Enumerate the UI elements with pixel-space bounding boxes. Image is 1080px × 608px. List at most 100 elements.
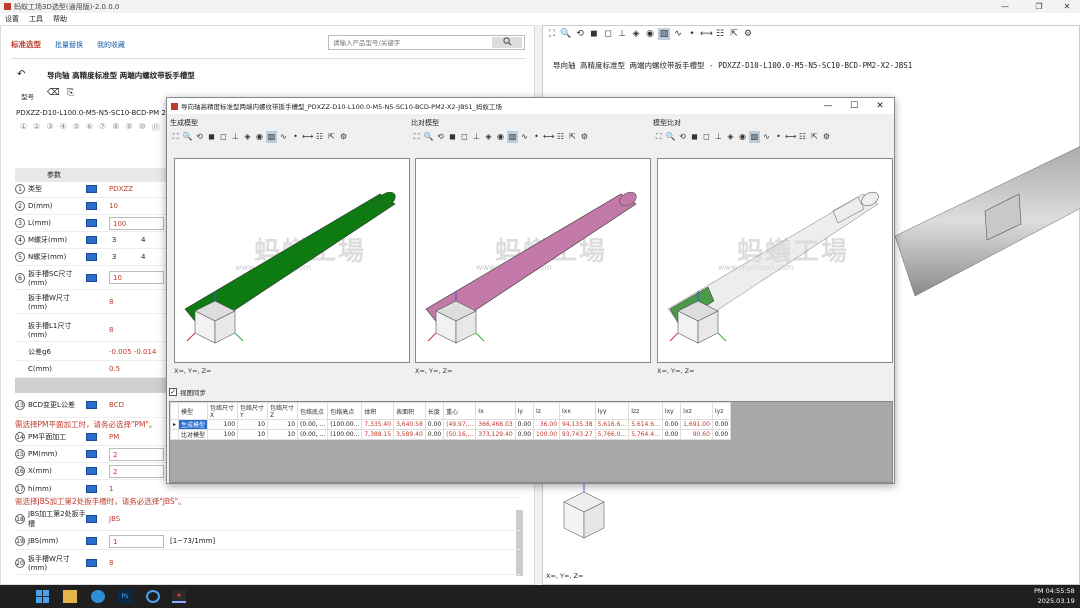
param-value[interactable]: 10 <box>109 271 164 284</box>
dialog-maximize-button[interactable]: ☐ <box>841 98 867 114</box>
column-header[interactable]: 包络底点 <box>297 402 329 420</box>
segment-marker[interactable]: ④ <box>60 122 67 133</box>
row-selector[interactable] <box>170 429 180 440</box>
dialog-minimize-button[interactable]: — <box>815 98 841 114</box>
cube-edge-icon[interactable]: ◻ <box>602 28 614 40</box>
param-image-icon[interactable] <box>86 219 97 227</box>
zoom-icon[interactable]: 🔍 <box>665 131 676 143</box>
param-image-icon[interactable] <box>86 202 97 210</box>
material-icon[interactable]: ◉ <box>737 131 748 143</box>
param-image-icon[interactable] <box>86 401 97 409</box>
segment-marker[interactable]: ② <box>33 122 40 133</box>
section-icon[interactable]: ◈ <box>725 131 736 143</box>
photoshop-icon[interactable]: Ps <box>118 590 132 603</box>
measure-icon[interactable]: ⟷ <box>302 131 313 143</box>
column-header[interactable]: Iyy <box>594 402 630 420</box>
pane-3d-viewport[interactable]: 蚂蟻工場 www.mymooo.com <box>174 158 410 363</box>
tree-icon[interactable]: ☷ <box>314 131 325 143</box>
export-icon[interactable]: ⇱ <box>326 131 337 143</box>
search-input[interactable] <box>329 38 489 47</box>
rotate-icon[interactable]: ⟲ <box>574 28 586 40</box>
param-image-icon[interactable] <box>86 558 97 567</box>
copy-icon[interactable]: ⎘ <box>67 88 74 98</box>
minimize-button[interactable]: — <box>990 0 1020 13</box>
material-icon[interactable]: ◉ <box>254 131 265 143</box>
point-icon[interactable]: • <box>686 28 698 40</box>
pane-3d-viewport[interactable]: 蚂蟻工場 www.mymooo.com <box>657 158 893 363</box>
segment-marker[interactable]: ⑥ <box>86 122 93 133</box>
param-image-icon[interactable] <box>86 253 97 261</box>
column-header[interactable]: Ixz <box>680 402 713 420</box>
back-arrow-icon[interactable]: ↶ <box>17 69 25 80</box>
cube-edge-icon[interactable]: ◻ <box>218 131 229 143</box>
point-icon[interactable]: • <box>531 131 542 143</box>
export-icon[interactable]: ⇱ <box>567 131 578 143</box>
zoom-icon[interactable]: 🔍 <box>560 28 572 40</box>
axis-icon[interactable]: ⊥ <box>471 131 482 143</box>
eraser-icon[interactable]: ⌫ <box>47 88 60 98</box>
zoom-icon[interactable]: 🔍 <box>182 131 193 143</box>
param-value[interactable]: 3 <box>109 251 141 264</box>
settings-gear-icon[interactable]: ⚙ <box>338 131 349 143</box>
orientation-cube[interactable] <box>185 291 245 349</box>
axis-icon[interactable]: ⊥ <box>713 131 724 143</box>
chat-app-icon[interactable] <box>146 590 160 603</box>
column-header[interactable]: 长度 <box>424 402 445 420</box>
param-image-icon[interactable] <box>86 185 97 193</box>
zoom-icon[interactable]: 🔍 <box>423 131 434 143</box>
column-header[interactable]: Izz <box>628 402 663 420</box>
column-header[interactable]: 表面积 <box>393 402 426 420</box>
settings-gear-icon[interactable]: ⚙ <box>821 131 832 143</box>
segment-marker[interactable]: ① <box>20 122 27 133</box>
settings-gear-icon[interactable]: ⚙ <box>579 131 590 143</box>
segment-marker[interactable]: ⑦ <box>99 122 106 133</box>
row-selector[interactable]: ▸ <box>170 419 180 430</box>
fit-view-icon[interactable]: ⛶ <box>546 28 558 40</box>
point-icon[interactable]: • <box>773 131 784 143</box>
param-image-icon[interactable] <box>86 450 97 458</box>
tab-standard-selection[interactable]: 标准选型 <box>11 39 41 50</box>
segment-marker[interactable]: ⑩ <box>139 122 146 133</box>
tree-icon[interactable]: ☷ <box>797 131 808 143</box>
dialog-close-button[interactable]: ✕ <box>867 98 893 114</box>
shade-mode-icon[interactable]: ▧ <box>507 131 518 143</box>
search-button[interactable] <box>492 37 522 48</box>
curve-icon[interactable]: ∿ <box>672 28 684 40</box>
start-icon[interactable] <box>36 590 50 603</box>
param-image-icon[interactable] <box>86 537 97 545</box>
browser-edge-icon[interactable] <box>91 590 105 603</box>
tab-batch-replace[interactable]: 批量替换 <box>55 40 83 50</box>
restore-button[interactable]: ❐ <box>1024 0 1054 13</box>
settings-gear-icon[interactable]: ⚙ <box>742 28 754 40</box>
segment-marker[interactable]: ⑤ <box>73 122 80 133</box>
section-icon[interactable]: ◈ <box>630 28 642 40</box>
axis-icon[interactable]: ⊥ <box>230 131 241 143</box>
param-value[interactable]: 1 <box>109 534 164 548</box>
material-icon[interactable]: ◉ <box>495 131 506 143</box>
cube-shaded-icon[interactable]: ◼ <box>447 131 458 143</box>
param-image-icon[interactable] <box>86 514 97 523</box>
export-icon[interactable]: ⇱ <box>728 28 740 40</box>
section-icon[interactable]: ◈ <box>242 131 253 143</box>
cube-edge-icon[interactable]: ◻ <box>701 131 712 143</box>
system-clock[interactable]: PM 04:55:58 2025.03.19 <box>1034 587 1075 605</box>
param-image-icon[interactable] <box>86 273 97 282</box>
rotate-icon[interactable]: ⟲ <box>194 131 205 143</box>
column-header[interactable]: Iz <box>533 402 561 420</box>
param-value[interactable]: PM <box>109 433 119 441</box>
measure-icon[interactable]: ⟷ <box>700 28 713 40</box>
param-value[interactable]: JBS <box>109 515 120 523</box>
point-icon[interactable]: • <box>290 131 301 143</box>
curve-icon[interactable]: ∿ <box>519 131 530 143</box>
orientation-cube[interactable] <box>668 291 728 349</box>
pane-3d-viewport[interactable]: 蚂蟻工場 www.mymooo.com <box>415 158 651 363</box>
table-row[interactable]: ▸ 生成模型 100 10 10 (0.00, ... (100.00... 7,335.40… <box>170 419 732 430</box>
cube-shaded-icon[interactable]: ◼ <box>689 131 700 143</box>
column-header[interactable]: 体积 <box>361 402 395 420</box>
table-row[interactable]: 比对模型 100 10 10 (0.00, ... (100.00... 7,388.15 3… <box>170 429 732 440</box>
column-header[interactable]: 包络尺寸Z <box>267 402 299 420</box>
fit-view-icon[interactable]: ⛶ <box>653 131 664 143</box>
curve-icon[interactable]: ∿ <box>278 131 289 143</box>
cube-edge-icon[interactable]: ◻ <box>459 131 470 143</box>
mymooo-app-icon[interactable]: ✦ <box>172 590 186 603</box>
